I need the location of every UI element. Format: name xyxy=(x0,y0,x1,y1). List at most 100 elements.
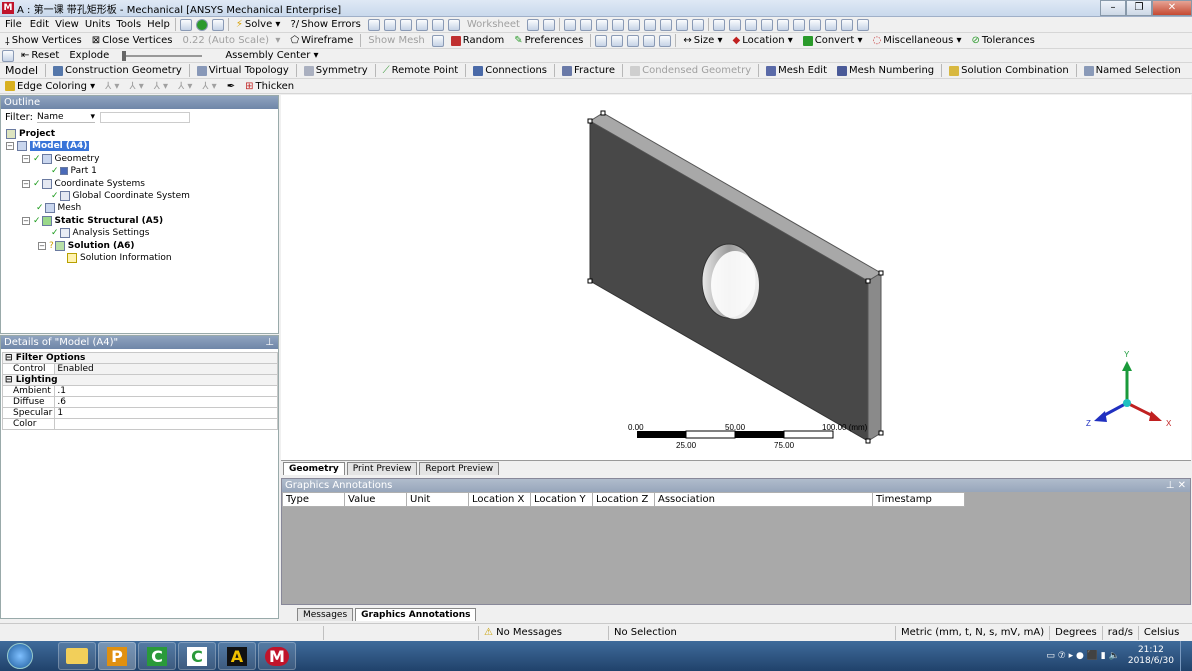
pan-icon[interactable] xyxy=(542,18,555,31)
edge-select-icon[interactable] xyxy=(579,18,592,31)
menu-tools[interactable]: Tools xyxy=(113,17,144,32)
tree-solution[interactable]: −? Solution (A6) xyxy=(38,240,135,252)
tool-icon-3[interactable] xyxy=(399,18,412,31)
show-desktop-button[interactable] xyxy=(1180,641,1192,671)
zoom-icon[interactable] xyxy=(744,18,757,31)
miscellaneous-dropdown[interactable]: ◌ Miscellaneous ▾ xyxy=(867,33,966,48)
fracture-button[interactable]: Fracture xyxy=(557,63,620,78)
plate-side-face[interactable] xyxy=(867,272,882,442)
edge-coloring-dropdown[interactable]: Edge Coloring ▾ xyxy=(0,79,100,93)
check-icon[interactable] xyxy=(195,18,208,31)
select-icon[interactable] xyxy=(526,18,539,31)
details-group-lighting[interactable]: ⊟ Lighting xyxy=(2,374,278,386)
random-button[interactable]: Random xyxy=(446,33,509,48)
symmetry-button[interactable]: Symmetry xyxy=(299,63,373,78)
solve-button[interactable]: ⚡ Solve ▾ xyxy=(231,17,286,32)
pan-view-icon[interactable] xyxy=(728,18,741,31)
filter-select[interactable]: Name ▾ xyxy=(36,112,95,123)
connections-button[interactable]: Connections xyxy=(468,63,552,78)
details-group-filter-options[interactable]: ⊟ Filter Options xyxy=(2,352,278,364)
edge-style-icon-3[interactable]: ⅄ ▾ xyxy=(149,79,173,93)
col-association[interactable]: Association xyxy=(654,492,873,507)
tree-static-structural[interactable]: − ✓ Static Structural (A5) xyxy=(22,215,163,227)
tool-icon-4[interactable] xyxy=(415,18,428,31)
tree-geometry[interactable]: − ✓ Geometry xyxy=(22,153,99,165)
remote-point-button[interactable]: ⟋ Remote Point xyxy=(378,63,464,78)
tab-geometry[interactable]: Geometry xyxy=(283,462,345,475)
status-rads[interactable]: rad/s xyxy=(1101,625,1138,640)
refresh-icon[interactable] xyxy=(211,18,224,31)
taskbar-app-p[interactable]: P xyxy=(98,642,136,670)
show-vertices-button[interactable]: ⸸ Show Vertices xyxy=(0,33,87,48)
tree-coordinate-systems[interactable]: − ✓ Coordinate Systems xyxy=(22,178,145,190)
tray-icons[interactable]: ▭ ⑦ ▸ ● ⬛ ▮ 🔈 xyxy=(1046,651,1119,661)
tree-mesh[interactable]: ✓ Mesh xyxy=(36,202,81,214)
col-location-z[interactable]: Location Z xyxy=(592,492,655,507)
filter-icon[interactable] xyxy=(675,18,688,31)
menu-view[interactable]: View xyxy=(52,17,82,32)
isometric-icon[interactable] xyxy=(840,18,853,31)
tab-graphics-annotations[interactable]: Graphics Annotations xyxy=(355,608,477,621)
col-location-y[interactable]: Location Y xyxy=(530,492,593,507)
align-icon-5[interactable] xyxy=(659,34,672,47)
mesh-select-icon[interactable] xyxy=(691,18,704,31)
details-row-color[interactable]: Color xyxy=(1,418,278,430)
extend-icon[interactable] xyxy=(643,18,656,31)
align-icon-2[interactable] xyxy=(611,34,624,47)
pin-icon[interactable]: ⊥ xyxy=(265,336,274,349)
details-row-diffuse[interactable]: Diffuse .6 xyxy=(1,396,278,408)
zoom-fit-icon[interactable] xyxy=(776,18,789,31)
clock-time[interactable]: 21:12 xyxy=(1128,645,1174,656)
menu-units[interactable]: Units xyxy=(82,17,114,32)
restore-button[interactable]: ❐ xyxy=(1126,0,1152,16)
details-row-ambient[interactable]: Ambient .1 xyxy=(1,385,278,397)
start-button[interactable] xyxy=(0,641,40,671)
magnifier-icon[interactable] xyxy=(792,18,805,31)
edge-style-icon-2[interactable]: ⅄ ▾ xyxy=(124,79,148,93)
tree-solution-information[interactable]: Solution Information xyxy=(67,252,172,264)
status-temperature[interactable]: Celsius xyxy=(1137,625,1184,640)
align-icon-1[interactable] xyxy=(595,34,608,47)
edge-style-icon-5[interactable]: ⅄ ▾ xyxy=(197,79,221,93)
edge-style-icon-1[interactable]: ⅄ ▾ xyxy=(100,79,124,93)
location-dropdown[interactable]: ◆ Location ▾ xyxy=(728,33,798,48)
coordinate-triad[interactable] xyxy=(1094,361,1162,422)
box-zoom-icon[interactable] xyxy=(760,18,773,31)
clock-date[interactable]: 2018/6/30 xyxy=(1128,656,1174,667)
tree-project[interactable]: Project xyxy=(6,128,55,140)
tree-global-coordinate-system[interactable]: ✓ Global Coordinate System xyxy=(51,190,190,202)
tab-messages[interactable]: Messages xyxy=(297,608,354,621)
col-timestamp[interactable]: Timestamp xyxy=(872,492,965,507)
details-row-specular[interactable]: Specular 1 xyxy=(1,407,278,419)
taskbar-explorer[interactable] xyxy=(58,642,96,670)
explode-slider[interactable] xyxy=(122,50,203,61)
tolerances-button[interactable]: ⊘ Tolerances xyxy=(967,33,1040,48)
filter-input[interactable] xyxy=(99,112,190,123)
mesh-option-icon[interactable] xyxy=(431,34,444,47)
select-mode-icon[interactable] xyxy=(627,18,640,31)
next-view-icon[interactable] xyxy=(824,18,837,31)
condensed-geometry-button[interactable]: Condensed Geometry xyxy=(625,63,756,78)
taskbar-app-c2[interactable]: C xyxy=(178,642,216,670)
solution-combination-button[interactable]: Solution Combination xyxy=(944,63,1074,78)
thicken-button[interactable]: ⊞ Thicken xyxy=(240,79,299,93)
show-errors-button[interactable]: ?/Show Errors xyxy=(285,17,365,32)
select-all-icon[interactable] xyxy=(659,18,672,31)
tree-analysis-settings[interactable]: ✓ Analysis Settings xyxy=(51,227,149,239)
align-icon-3[interactable] xyxy=(627,34,640,47)
minimize-button[interactable]: – xyxy=(1100,0,1126,16)
tree-part-1[interactable]: ✓ Part 1 xyxy=(51,165,97,177)
col-unit[interactable]: Unit xyxy=(406,492,469,507)
tab-print-preview[interactable]: Print Preview xyxy=(346,462,418,475)
tool-icon-5[interactable] xyxy=(431,18,444,31)
tool-icon-1[interactable] xyxy=(367,18,380,31)
graphics-viewport[interactable]: 0.00 50.00 100.00 (mm) 25.00 75.00 Y X Z xyxy=(281,95,1191,460)
virtual-topology-button[interactable]: Virtual Topology xyxy=(192,63,294,78)
wireframe-button[interactable]: ⬠ Wireframe xyxy=(285,33,358,48)
toolbar-icon[interactable] xyxy=(179,18,192,31)
panel-controls-icon[interactable]: ⊥ ✕ xyxy=(1166,479,1186,492)
face-select-icon[interactable] xyxy=(595,18,608,31)
col-type[interactable]: Type xyxy=(282,492,345,507)
menu-help[interactable]: Help xyxy=(144,17,173,32)
rotate-icon[interactable] xyxy=(712,18,725,31)
